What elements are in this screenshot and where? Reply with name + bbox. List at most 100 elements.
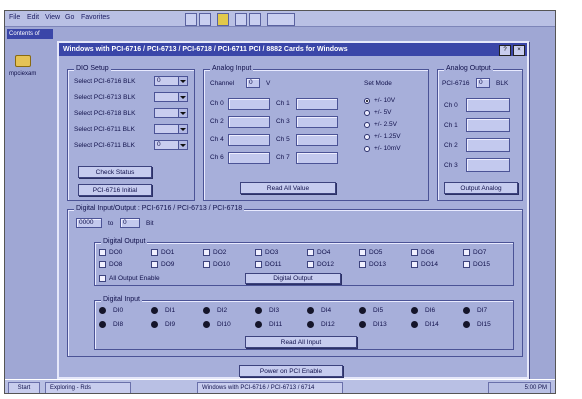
do-checkbox[interactable] <box>151 261 158 268</box>
all-output-checkbox[interactable] <box>99 275 106 282</box>
ai-value-field[interactable] <box>228 116 270 128</box>
output-analog-button[interactable]: Output Analog <box>444 182 518 194</box>
di-indicator-icon <box>99 321 106 328</box>
digital-output-button[interactable]: Digital Output <box>245 273 341 284</box>
di-indicator-icon <box>255 307 262 314</box>
di-label: DI10 <box>217 321 231 328</box>
menu-file[interactable]: File <box>9 14 20 21</box>
do-checkbox[interactable] <box>411 261 418 268</box>
ai-ch-label: Ch 7 <box>276 154 290 161</box>
views-icon[interactable] <box>267 13 295 26</box>
mode-radio[interactable] <box>364 134 370 140</box>
dio-select[interactable]: 0 <box>154 140 188 150</box>
mode-radio[interactable] <box>364 110 370 116</box>
forward-icon[interactable] <box>199 13 211 26</box>
ao-value-field[interactable] <box>466 138 510 152</box>
help-icon[interactable]: ? <box>499 45 511 56</box>
do-checkbox[interactable] <box>203 261 210 268</box>
ai-ch-label: Ch 5 <box>276 136 290 143</box>
cut-icon[interactable] <box>235 13 247 26</box>
do-label: DO14 <box>421 261 438 268</box>
close-icon[interactable]: × <box>513 45 525 56</box>
taskbar-item-app[interactable]: Windows with PCI-6716 / PCI-6713 / 6714 <box>197 382 343 393</box>
do-checkbox[interactable] <box>151 249 158 256</box>
menu-favorites[interactable]: Favorites <box>81 14 110 21</box>
ao-value-field[interactable] <box>466 118 510 132</box>
ai-value-field[interactable] <box>296 134 338 146</box>
dio-setup-legend: DIO Setup <box>74 65 111 72</box>
mode-radio[interactable] <box>364 122 370 128</box>
dio-select[interactable] <box>154 92 188 102</box>
di-indicator-icon <box>463 321 470 328</box>
back-icon[interactable] <box>185 13 197 26</box>
dio-row-label: Select PCI-6711 BLK <box>74 126 135 133</box>
initial-button[interactable]: PCI-6716 Initial <box>78 184 152 196</box>
ai-value-field[interactable] <box>296 152 338 164</box>
ai-value-field[interactable] <box>228 152 270 164</box>
do-checkbox[interactable] <box>99 249 106 256</box>
dio-select[interactable]: 0 <box>154 76 188 86</box>
taskbar-item-explorer[interactable]: Exploring - Rds <box>45 382 131 393</box>
di-indicator-icon <box>307 307 314 314</box>
ao-ch-label: Ch 1 <box>444 122 458 129</box>
ai-channel-field[interactable]: 0 <box>246 78 260 88</box>
ai-value-field[interactable] <box>296 116 338 128</box>
taskbar: Start Exploring - Rds Windows with PCI-6… <box>5 379 555 393</box>
ai-value-field[interactable] <box>228 98 270 110</box>
di-label: DI15 <box>477 321 491 328</box>
do-checkbox[interactable] <box>359 249 366 256</box>
menu-view[interactable]: View <box>45 14 60 21</box>
ao-ch-label: Ch 3 <box>444 162 458 169</box>
ai-value-field[interactable] <box>296 98 338 110</box>
read-all-value-button[interactable]: Read All Value <box>240 182 336 194</box>
mode-radio[interactable] <box>364 98 370 104</box>
do-checkbox[interactable] <box>99 261 106 268</box>
do-checkbox[interactable] <box>255 249 262 256</box>
chevron-down-icon[interactable] <box>178 141 187 149</box>
ai-ch-label: Ch 6 <box>210 154 224 161</box>
dio-select[interactable] <box>154 108 188 118</box>
mode-label: +/- 10mV <box>374 145 401 152</box>
do-label: DO6 <box>421 249 435 256</box>
dio-address-field-2[interactable]: 0 <box>120 218 140 228</box>
digital-io-group: Digital Input/Output : PCI-6716 / PCI-67… <box>67 205 523 357</box>
power-on-button[interactable]: Power on PCI Enable <box>239 365 343 377</box>
di-label: DI6 <box>425 307 436 314</box>
ao-channel-field[interactable]: 0 <box>476 78 490 88</box>
dialog-titlebar[interactable]: Windows with PCI-6716 / PCI-6713 / PCI-6… <box>59 43 527 56</box>
dio-row-label: Select PCI-6718 BLK <box>74 110 136 117</box>
dio-address-field[interactable]: 0000 <box>76 218 102 228</box>
folder-up-icon[interactable] <box>217 13 229 26</box>
copy-icon[interactable] <box>249 13 261 26</box>
do-checkbox[interactable] <box>359 261 366 268</box>
folder-icon[interactable] <box>15 55 31 67</box>
check-status-button[interactable]: Check Status <box>78 166 152 178</box>
dio-select[interactable] <box>154 124 188 134</box>
chevron-down-icon[interactable] <box>178 109 187 117</box>
do-checkbox[interactable] <box>411 249 418 256</box>
di-indicator-icon <box>463 307 470 314</box>
menu-go[interactable]: Go <box>65 14 74 21</box>
do-checkbox[interactable] <box>463 261 470 268</box>
ao-value-field[interactable] <box>466 98 510 112</box>
chevron-down-icon[interactable] <box>178 93 187 101</box>
dio-setup-group: DIO Setup Select PCI-6716 BLK 0 Select P… <box>67 65 195 201</box>
di-indicator-icon <box>99 307 106 314</box>
ai-value-field[interactable] <box>228 134 270 146</box>
di-indicator-icon <box>151 307 158 314</box>
menu-edit[interactable]: Edit <box>27 14 39 21</box>
start-button[interactable]: Start <box>8 382 40 393</box>
do-checkbox[interactable] <box>255 261 262 268</box>
ao-value-field[interactable] <box>466 158 510 172</box>
di-indicator-icon <box>307 321 314 328</box>
mode-radio[interactable] <box>364 146 370 152</box>
do-checkbox[interactable] <box>307 261 314 268</box>
chevron-down-icon[interactable] <box>178 125 187 133</box>
mode-label: +/- 5V <box>374 109 392 116</box>
read-all-input-button[interactable]: Read All Input <box>245 336 357 348</box>
do-checkbox[interactable] <box>463 249 470 256</box>
folder-label: mpciexam <box>9 71 37 77</box>
chevron-down-icon[interactable] <box>178 77 187 85</box>
do-checkbox[interactable] <box>203 249 210 256</box>
do-checkbox[interactable] <box>307 249 314 256</box>
